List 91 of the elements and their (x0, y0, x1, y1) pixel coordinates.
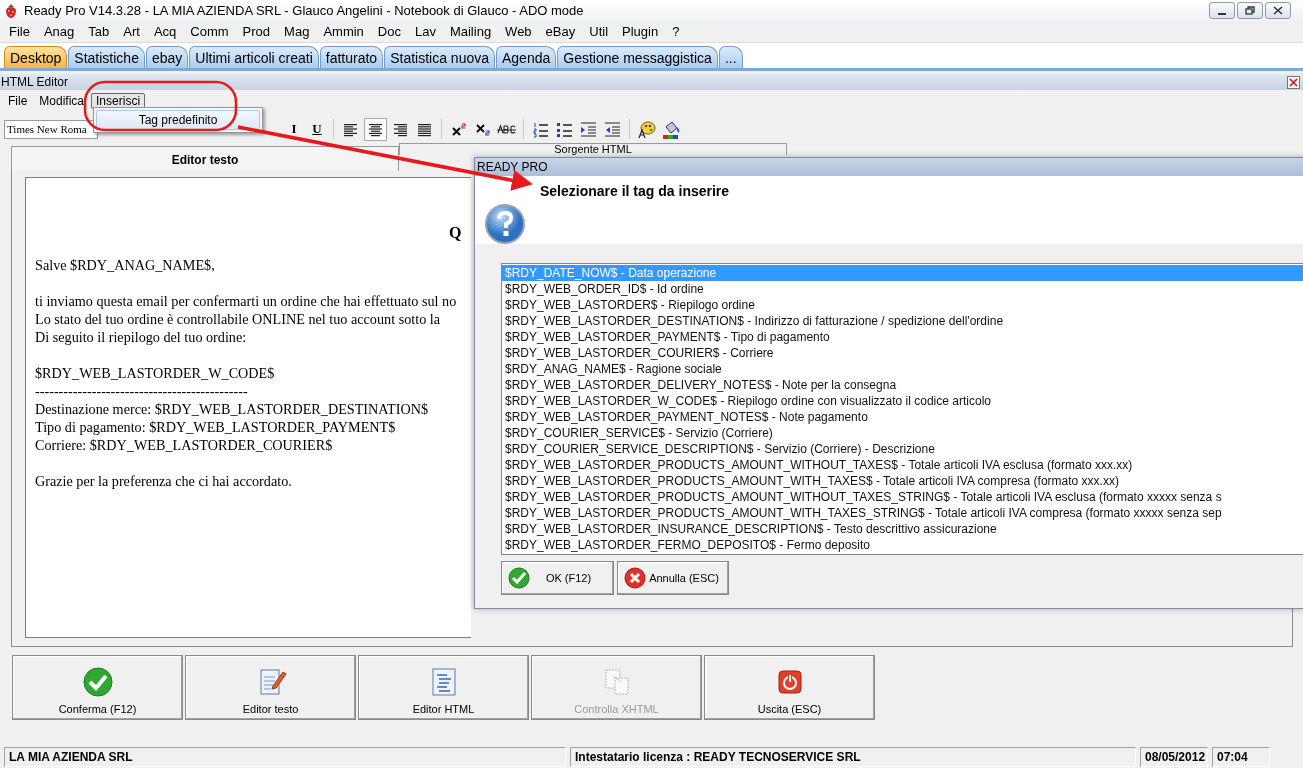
menu-item[interactable]: Plugin (615, 24, 666, 39)
close-button[interactable] (1265, 2, 1291, 19)
menu-item[interactable]: Doc (370, 24, 408, 39)
menu-item[interactable]: eBay (538, 24, 583, 39)
list-item[interactable]: $RDY_ANAG_NAME$ - Ragione sociale (502, 361, 1303, 377)
list-item[interactable]: $RDY_WEB_LASTORDER_INSURANCE_DESCRIPTION$ - Testo descrittivo assicurazione (502, 521, 1303, 537)
list-item[interactable]: $RDY_WEB_LASTORDER_PAYMENT$ - Tipo di pagamento (502, 329, 1303, 345)
menu-item[interactable]: Ammin (316, 24, 371, 39)
list-item[interactable]: $RDY_WEB_LASTORDER_PRODUCTS_AMOUNT_WITHOUT_TAXES$ - Totale articoli IVA esclusa (formato xxx.xx) (502, 457, 1303, 473)
cancel-button[interactable]: Annulla (ESC) (617, 561, 729, 595)
menu-item[interactable]: ? (665, 24, 687, 39)
status-field: Intestatario licenza : READY TECNOSERVICE SRL (570, 747, 1136, 767)
tab[interactable]: Agenda (496, 46, 557, 68)
tab[interactable]: Ultimi articoli creati (189, 46, 319, 68)
list-item[interactable]: $RDY_COURIER_SERVICE$ - Servizio (Corriere) (502, 425, 1303, 441)
list-item[interactable]: $RDY_WEB_LASTORDER_PRODUCTS_AMOUNT_WITH_TAXES$ - Totale articoli IVA compresa (formato xxx.xx) (502, 473, 1303, 489)
text-line: Tipo di pagamento: $RDY_WEB_LASTORDER_PAYMENT$ (35, 418, 396, 436)
list-item[interactable]: $RDY_WEB_LASTORDER_PRODUCTS_AMOUNT_WITHOUT_TAXES_STRING$ - Totale articoli IVA esclusa (formato xxxxx senza s (502, 489, 1303, 505)
menu-item[interactable]: Util (582, 24, 616, 39)
status-field: 08/05/2012 (1140, 747, 1208, 767)
list-item[interactable]: $RDY_WEB_LASTORDER_W_CODE$ - Riepilogo ordine con visualizzato il codice articolo (502, 393, 1303, 409)
toolbar-button[interactable]: Editor HTML (358, 655, 529, 720)
restore-button[interactable] (1237, 2, 1263, 19)
dialog-title: READY PRO (475, 158, 1303, 176)
text-line: $RDY_WEB_LASTORDER_W_CODE$ (35, 364, 275, 382)
check-icon (508, 567, 530, 589)
check-icon (81, 666, 114, 698)
menu-item[interactable]: Mag (277, 24, 317, 39)
list-item[interactable]: $RDY_WEB_LASTORDER_PRODUCTS_AMOUNT_WITH_TAXES_STRING$ - Totale articoli IVA compresa (formato xxxxx senza sep (502, 505, 1303, 521)
text-line: Grazie per la preferenza che ci hai accordato. (35, 472, 292, 490)
text-line: Lo stato del tuo ordine è controllabile ONLINE nel tuo account sotto la (35, 310, 441, 328)
menu-item[interactable]: Lav (407, 24, 443, 39)
panel-title: HTML Editor (1, 75, 68, 89)
strawberry-icon (4, 2, 18, 19)
tab[interactable]: ebay (145, 46, 189, 68)
list-item[interactable]: $RDY_WEB_LASTORDER_PAYMENT_NOTES$ - Note pagamento (502, 409, 1303, 425)
tab[interactable]: ... (718, 46, 743, 68)
minimize-icon (1218, 13, 1226, 15)
list-item[interactable]: $RDY_WEB_LASTORDER_DESTINATION$ - Indirizzo di fatturazione / spedizione dell'ordine (502, 313, 1303, 329)
tab[interactable]: Statistica nuova (384, 46, 495, 68)
menu-item[interactable]: Prod (235, 24, 278, 39)
text-line: Destinazione merce: $RDY_WEB_LASTORDER_DESTINATION$ (35, 400, 428, 418)
list-item[interactable]: $RDY_WEB_LASTORDER_FERMO_DEPOSITO$ - Fermo deposito (502, 537, 1303, 553)
menu-item[interactable]: File (2, 24, 37, 39)
text-line: ti inviamo questa email per confermarti un ordine che hai effettuato sul no (35, 292, 457, 310)
tab[interactable]: Editor testo (11, 146, 399, 171)
menu-item[interactable]: Tab (81, 24, 117, 39)
close-button[interactable] (1287, 75, 1300, 89)
underline-button[interactable]: U (307, 121, 327, 137)
dialog-prompt: Selezionare il tag da inserire (540, 183, 730, 201)
document-editor[interactable] (25, 177, 471, 638)
list-item[interactable]: $RDY_COURIER_SERVICE_DESCRIPTION$ - Servizio (Corriere) - Descrizione (502, 441, 1303, 457)
status-field: 07:04 (1212, 747, 1270, 767)
tab[interactable]: fatturato (319, 46, 384, 68)
tag-list[interactable] (501, 263, 1303, 555)
align-center-icon[interactable] (364, 117, 387, 141)
menu-item[interactable]: Acq (146, 24, 184, 39)
menu-item[interactable]: Comm (183, 24, 236, 39)
list-item[interactable]: $RDY_WEB_LASTORDER_COURIER$ - Corriere (502, 345, 1303, 361)
tab[interactable]: Sorgente HTML (399, 143, 787, 155)
menu-item[interactable]: Mailing (442, 24, 499, 39)
text-line: Salve $RDY_ANAG_NAME$, (35, 256, 215, 274)
document-heading: Q (449, 224, 462, 242)
palette-icon[interactable] (636, 118, 657, 140)
italic-button[interactable]: I (284, 121, 304, 137)
text-line: --------------------------------------------- (35, 382, 248, 400)
menu-item[interactable]: File (3, 93, 33, 109)
window-title: Ready Pro V14.3.28 - LA MIA AZIENDA SRL - Glauco Angelini - Notebook di Glauco - ADO mode (24, 3, 585, 18)
menu-item[interactable]: Anag (36, 24, 82, 39)
menu-item[interactable]: Web (498, 24, 539, 39)
tab[interactable]: Statistiche (68, 46, 145, 68)
confirm-button[interactable]: Conferma (F12) (12, 655, 183, 720)
list-item[interactable]: $RDY_WEB_LASTORDER_DELIVERY_NOTES$ - Note per la consegna (502, 377, 1303, 393)
menu-item[interactable]: Modifica (34, 93, 90, 109)
close-icon (1273, 6, 1283, 15)
minimize-button[interactable] (1209, 2, 1235, 19)
exit-button[interactable]: Uscita (ESC) (704, 655, 875, 720)
tab[interactable]: Desktop (4, 46, 68, 68)
tab[interactable]: Gestione messaggistica (557, 46, 718, 68)
cancel-icon (624, 567, 646, 589)
menu-item[interactable]: Art (116, 24, 147, 39)
restore-icon (1245, 6, 1255, 15)
ok-button[interactable]: OK (F12) (501, 561, 614, 595)
list-item[interactable]: $RDY_WEB_ORDER_ID$ - Id ordine (502, 281, 1303, 297)
text-line: Di seguito il riepilogo del tuo ordine: (35, 328, 247, 346)
toolbar-button[interactable]: Editor testo (185, 655, 356, 720)
menu-item[interactable]: Tag predefinito (96, 110, 260, 130)
font-dropdown[interactable]: Times New Roma (4, 119, 98, 139)
list-item[interactable]: $RDY_WEB_LASTORDER$ - Riepilogo ordine (502, 297, 1303, 313)
text-line: Corriere: $RDY_WEB_LASTORDER_COURIER$ (35, 436, 333, 454)
status-field: LA MIA AZIENDA SRL (4, 747, 566, 767)
